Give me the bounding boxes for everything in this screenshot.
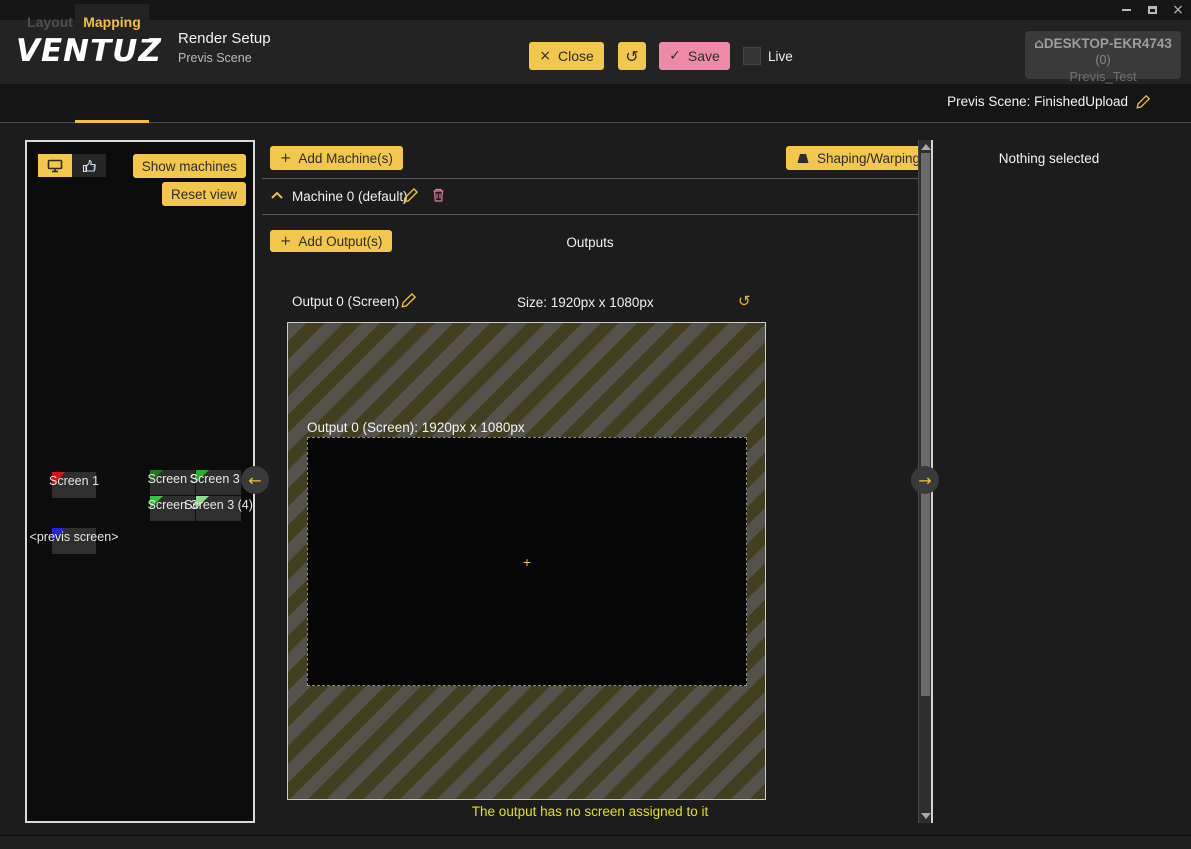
edit-machine-icon[interactable] xyxy=(403,187,419,203)
refresh-button[interactable]: ↺ xyxy=(618,42,646,70)
add-machines-label: Add Machine(s) xyxy=(298,151,393,166)
edit-output-icon[interactable] xyxy=(401,292,417,308)
live-label: Live xyxy=(768,49,793,64)
page-subtitle: Previs Scene xyxy=(178,51,252,65)
screen-tile-label: Screen 3 ( xyxy=(190,472,248,486)
tab-mapping[interactable]: Mapping xyxy=(75,4,149,39)
scrollbar-thumb[interactable] xyxy=(921,153,930,696)
keystone-icon xyxy=(796,152,810,165)
tab-layout[interactable]: Layout xyxy=(25,4,75,39)
output-name: Output 0 (Screen) xyxy=(292,294,399,309)
live-checkbox[interactable]: Live xyxy=(743,47,793,65)
screen-tile-label: <previs screen> xyxy=(30,530,119,544)
outputs-section-title: Outputs xyxy=(262,235,918,250)
output-size: Size: 1920px x 1080px xyxy=(517,295,654,310)
active-tab-indicator xyxy=(75,120,149,123)
checkbox-icon xyxy=(743,47,761,65)
screen-tile-label: Screen 1 xyxy=(49,474,99,488)
output-screen-rect[interactable]: + xyxy=(307,437,747,686)
scroll-down-icon[interactable] xyxy=(921,813,931,819)
screen-tile-label: Screen 3 (4) xyxy=(184,498,253,512)
screen-preview-panel: Show machines Reset view Screen 1 Screen… xyxy=(25,140,255,823)
output-mapping-canvas[interactable]: Output 0 (Screen): 1920px x 1080px + xyxy=(287,322,766,800)
collapse-machine-button[interactable] xyxy=(270,191,284,200)
edit-scene-icon[interactable] xyxy=(1136,94,1151,109)
machine-host: DESKTOP-EKR4743 xyxy=(1044,36,1172,51)
plus-icon: + xyxy=(280,150,291,166)
close-button-label: Close xyxy=(558,48,594,64)
add-machines-button[interactable]: + Add Machine(s) xyxy=(270,146,403,170)
monitor-icon xyxy=(47,159,63,173)
screen-tile-screen3-b[interactable]: Screen 3 ( xyxy=(196,470,241,495)
shaping-warping-button[interactable]: Shaping/Warping xyxy=(786,146,930,170)
pan-right-button[interactable]: → xyxy=(911,466,939,494)
window-bottom-edge xyxy=(0,835,1191,849)
screen-tile-screen3-d[interactable]: Screen 3 (4) xyxy=(196,496,241,521)
close-icon: × xyxy=(1172,3,1184,17)
close-x-icon: × xyxy=(539,48,551,64)
output-warning-message: The output has no screen assigned to it xyxy=(262,804,918,819)
maximize-button[interactable] xyxy=(1139,0,1165,20)
save-button-label: Save xyxy=(688,48,720,64)
machine-count: (0) xyxy=(1095,53,1110,67)
screen-tile-screen1[interactable]: Screen 1 xyxy=(52,472,96,498)
delete-machine-icon[interactable] xyxy=(431,187,446,203)
thumbs-up-icon xyxy=(82,159,97,173)
save-button[interactable]: ✓ Save xyxy=(659,42,730,70)
window-titlebar: × xyxy=(0,0,1191,20)
screen-tile-screen3-a[interactable]: Screen 3 xyxy=(150,470,195,495)
shaping-warping-label: Shaping/Warping xyxy=(817,151,920,166)
close-window-button[interactable]: × xyxy=(1165,0,1191,20)
scene-banner: Previs Scene: FinishedUpload xyxy=(947,94,1151,109)
machine-host-line: ⌂DESKTOP-EKR4743 (0) xyxy=(1025,36,1181,67)
refresh-icon: ↺ xyxy=(625,47,638,66)
close-button[interactable]: × Close xyxy=(529,42,604,70)
arrow-right-icon: → xyxy=(918,471,931,490)
arrow-left-icon: ← xyxy=(248,471,261,490)
machine-name: Machine 0 (default) xyxy=(292,189,408,204)
pan-left-button[interactable]: ← xyxy=(241,466,269,494)
output-refresh-icon[interactable]: ↺ xyxy=(738,292,751,310)
machine-scene: Previs_Test xyxy=(1025,69,1181,84)
inspector-empty-state: Nothing selected xyxy=(949,151,1149,166)
check-icon: ✓ xyxy=(669,48,681,64)
separator xyxy=(262,178,918,179)
scroll-up-icon[interactable] xyxy=(921,144,931,150)
output-canvas-label: Output 0 (Screen): 1920px x 1080px xyxy=(307,420,525,435)
chevron-up-icon xyxy=(270,191,284,200)
minimize-icon xyxy=(1122,9,1131,11)
machine-status-card[interactable]: ⌂DESKTOP-EKR4743 (0) Previs_Test xyxy=(1025,31,1181,79)
maximize-icon xyxy=(1148,6,1157,14)
separator xyxy=(262,214,918,215)
thumbs-up-view-toggle[interactable] xyxy=(72,154,106,177)
home-icon: ⌂ xyxy=(1034,36,1044,52)
page-title: Render Setup xyxy=(178,30,271,47)
minimize-button[interactable] xyxy=(1113,0,1139,20)
reset-view-button[interactable]: Reset view xyxy=(162,182,246,206)
show-machines-button[interactable]: Show machines xyxy=(133,154,246,178)
scene-banner-text: Previs Scene: FinishedUpload xyxy=(947,94,1128,109)
screen-tile-previs[interactable]: <previs screen> xyxy=(52,528,96,554)
center-crosshair-icon: + xyxy=(523,554,531,570)
preview-mode-toggle xyxy=(38,154,106,177)
monitor-view-toggle[interactable] xyxy=(38,154,72,177)
